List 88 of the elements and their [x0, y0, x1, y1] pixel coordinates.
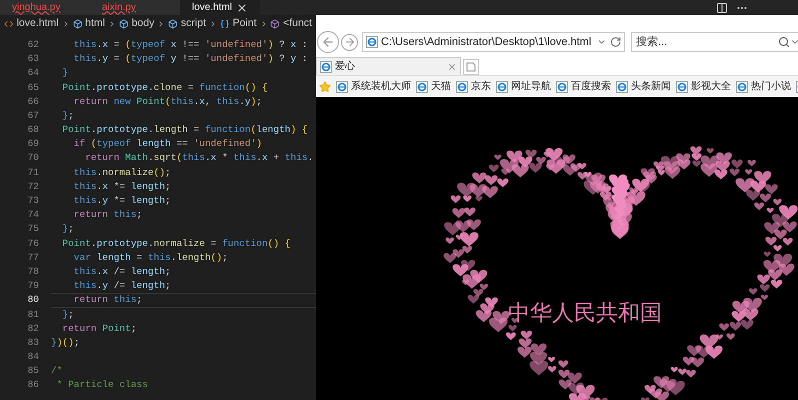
- favorite-link[interactable]: 系统装机大师: [336, 79, 411, 94]
- editor-tab[interactable]: aixin.py: [90, 0, 180, 15]
- address-text: C:\Users\Administrator\Desktop\1\love.html: [381, 34, 592, 50]
- breadcrumb-item[interactable]: script: [180, 16, 206, 32]
- page-heading: 中华人民共和国: [508, 300, 662, 328]
- variable-icon: [220, 18, 230, 30]
- line-number: 72: [26, 180, 40, 194]
- code-line: * Particle class: [56, 378, 148, 392]
- favorite-link[interactable]: 天猫: [416, 79, 451, 94]
- line-number: 79: [26, 279, 40, 294]
- code-line: /*: [51, 364, 62, 378]
- code-line: if (typeof length == 'undefined'): [72, 137, 262, 152]
- address-bar[interactable]: C:\Users\Administrator\Desktop\1\love.html: [362, 32, 625, 52]
- favorite-link[interactable]: 热门小说: [736, 79, 791, 94]
- breadcrumb-item[interactable]: body: [132, 16, 154, 32]
- line-number: 69: [26, 137, 40, 152]
- element-icon: [168, 18, 178, 30]
- page-icon: [366, 36, 378, 48]
- code-line: Point.prototype.normalize = function() {: [61, 236, 290, 251]
- line-number: 63: [26, 52, 40, 66]
- breadcrumb-item[interactable]: love.html: [16, 16, 59, 32]
- line-number: 76: [26, 236, 40, 251]
- code-line: this.x /= length;: [72, 264, 171, 279]
- code-line: Point.prototype.clone = function() {: [61, 80, 268, 95]
- code-line: this.y *= length;: [72, 194, 171, 208]
- editor-tab[interactable]: love.html: [180, 0, 260, 15]
- search-icon[interactable]: [778, 36, 790, 48]
- line-number: 74: [26, 208, 40, 222]
- line-number: 75: [26, 222, 40, 236]
- line-number: 68: [26, 123, 40, 138]
- line-number: 78: [26, 264, 40, 279]
- forward-arrow-icon: [344, 36, 356, 48]
- browser-tab[interactable]: 爱心: [316, 57, 461, 75]
- line-number: 66: [26, 94, 40, 109]
- code-line: return Math.sqrt(this.x * this.x + this.: [84, 151, 314, 166]
- editor-tab[interactable]: yinghua.py: [0, 0, 90, 15]
- favorite-link[interactable]: 影视大全: [676, 79, 731, 94]
- search-field[interactable]: 搜索...: [631, 32, 798, 52]
- code-line: this.y = (typeof y !== 'undefined') ? y :: [72, 52, 308, 66]
- code-line: })();: [51, 336, 80, 350]
- line-number: 65: [26, 80, 40, 95]
- code-line: return this;: [72, 293, 142, 308]
- favorite-link[interactable]: 网址导航: [496, 79, 551, 94]
- close-icon[interactable]: [236, 2, 248, 14]
- code-line: this.x = (typeof x !== 'undefined') ? x :: [72, 38, 308, 52]
- line-number: 73: [26, 194, 40, 208]
- refresh-icon[interactable]: [610, 36, 621, 48]
- new-tab-icon: [466, 62, 476, 72]
- breadcrumb-item[interactable]: <funct: [283, 16, 312, 32]
- line-number: 85: [26, 364, 40, 378]
- code-line: var length = this.length();: [72, 250, 228, 265]
- code-line: return new Point(this.x, this.y);: [72, 94, 262, 109]
- line-number: 62: [26, 38, 40, 52]
- favorite-link[interactable]: 百度搜索: [556, 79, 611, 94]
- code-line: this.normalize();: [72, 166, 171, 180]
- line-number: 64: [26, 66, 40, 80]
- line-number: 70: [26, 151, 40, 166]
- code-line: this.y /= length;: [72, 279, 171, 294]
- line-number: 67: [26, 108, 40, 123]
- star-icon[interactable]: [319, 80, 331, 92]
- code-line: };: [61, 222, 74, 236]
- favorite-link[interactable]: 京东: [456, 79, 491, 94]
- code-line: this.x *= length;: [72, 180, 171, 194]
- back-button[interactable]: [317, 31, 339, 53]
- line-number: 81: [26, 308, 40, 322]
- element-icon: [72, 18, 82, 30]
- code-line: return this;: [72, 208, 142, 222]
- breadcrumb-item[interactable]: html: [85, 16, 105, 32]
- search-input[interactable]: 搜索...: [636, 34, 778, 50]
- line-number: 77: [26, 250, 40, 265]
- function-icon: [270, 18, 280, 30]
- forward-button[interactable]: [341, 34, 358, 50]
- code-line: Point.prototype.length = function(length) {: [61, 123, 308, 138]
- split-editor-icon[interactable]: [716, 2, 728, 14]
- line-number: 84: [26, 350, 40, 364]
- new-tab-button[interactable]: [463, 59, 479, 75]
- code-line: return Point;: [61, 322, 137, 336]
- favorite-link[interactable]: 头条新闻: [616, 79, 671, 94]
- element-icon: [118, 18, 129, 30]
- line-number: 80: [26, 293, 40, 308]
- line-number: 82: [26, 322, 40, 336]
- breadcrumb-item[interactable]: Point: [232, 16, 256, 32]
- code-line: };: [61, 308, 74, 322]
- code-line: };: [61, 108, 74, 123]
- line-number: 71: [26, 166, 40, 180]
- line-number: 86: [26, 378, 40, 392]
- line-number: 83: [26, 336, 40, 350]
- code-line: }: [61, 66, 68, 80]
